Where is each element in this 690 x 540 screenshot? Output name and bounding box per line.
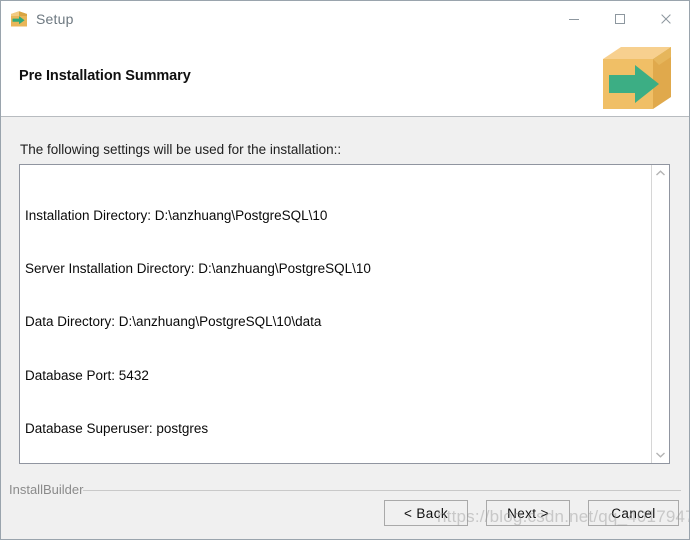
close-button[interactable] — [643, 2, 689, 36]
scroll-down-button[interactable] — [652, 446, 669, 463]
intro-label: The following settings will be used for … — [20, 142, 342, 157]
setup-window: Setup Pre Installation Summary The follo… — [0, 0, 690, 540]
summary-textbox[interactable]: Installation Directory: D:\anzhuang\Post… — [19, 164, 670, 464]
next-button[interactable]: Next > — [486, 500, 570, 526]
page-title: Pre Installation Summary — [19, 68, 191, 84]
vertical-scrollbar[interactable] — [651, 165, 669, 463]
cancel-button[interactable]: Cancel — [588, 500, 679, 526]
package-arrow-illustration — [595, 39, 679, 113]
summary-line: Database Port: 5432 — [25, 367, 149, 383]
installbuilder-brand: InstallBuilder — [9, 482, 84, 497]
scroll-up-button[interactable] — [652, 165, 669, 182]
maximize-button[interactable] — [597, 2, 643, 36]
title-bar: Setup — [1, 1, 689, 36]
button-bar: < Back Next > Cancel — [1, 500, 689, 534]
page-header: Pre Installation Summary — [1, 36, 689, 117]
scrollbar-track[interactable] — [652, 182, 669, 446]
close-icon — [661, 13, 671, 24]
back-button[interactable]: < Back — [384, 500, 468, 526]
minimize-icon — [569, 18, 579, 20]
window-title: Setup — [36, 10, 74, 27]
summary-line: Database Superuser: postgres — [25, 421, 209, 437]
package-arrow-icon — [10, 10, 28, 28]
content-area: The following settings will be used for … — [1, 118, 689, 539]
summary-text-content: Installation Directory: D:\anzhuang\Post… — [20, 165, 651, 463]
maximize-icon — [615, 13, 625, 24]
summary-line: Server Installation Directory: D:\anzhua… — [25, 260, 371, 276]
chevron-down-icon — [656, 452, 665, 458]
footer-divider — [83, 490, 681, 491]
chevron-up-icon — [656, 170, 665, 176]
minimize-button[interactable] — [551, 2, 597, 36]
summary-line: Data Directory: D:\anzhuang\PostgreSQL\1… — [25, 314, 322, 330]
summary-line: Installation Directory: D:\anzhuang\Post… — [25, 207, 328, 223]
